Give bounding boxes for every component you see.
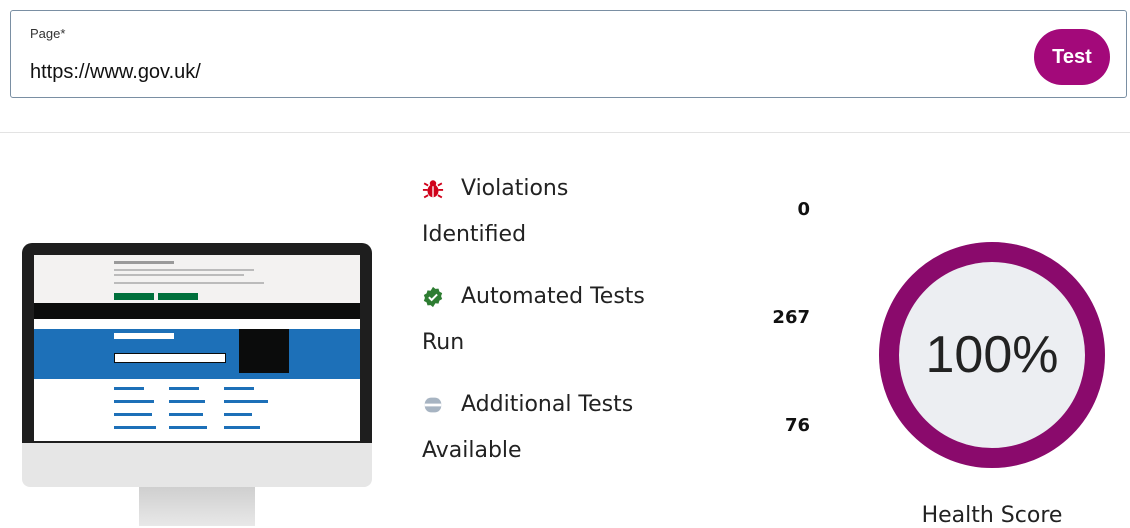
thumb-search bbox=[114, 353, 226, 363]
thumb-link bbox=[224, 400, 268, 403]
stat-subtitle: Run bbox=[422, 330, 465, 355]
thumb-text bbox=[114, 282, 264, 284]
thumb-link bbox=[224, 426, 260, 429]
page-url-input[interactable]: https://www.gov.uk/ bbox=[30, 61, 201, 84]
thumb-link bbox=[224, 387, 254, 390]
thumb-link bbox=[114, 426, 156, 429]
thumb-link bbox=[169, 387, 199, 390]
stat-title: Violations bbox=[461, 176, 569, 201]
health-score-label: Health Score bbox=[921, 503, 1063, 528]
stat-subtitle: Identified bbox=[422, 222, 527, 247]
thumb-header bbox=[34, 303, 360, 319]
monitor-chin bbox=[22, 443, 372, 487]
thumb-side-panel bbox=[239, 329, 289, 373]
thumb-link bbox=[114, 400, 154, 403]
thumb-text bbox=[114, 261, 174, 264]
manual-test-icon bbox=[424, 397, 442, 413]
additional-tests-count: 76 bbox=[784, 415, 810, 436]
thumb-link bbox=[114, 413, 152, 416]
thumb-link bbox=[169, 413, 203, 416]
health-score-value: 100% bbox=[925, 326, 1059, 384]
stat-title: Additional Tests bbox=[461, 392, 634, 417]
stat-violations: Violations Identified 0 bbox=[422, 176, 822, 268]
thumb-text bbox=[114, 269, 254, 271]
stat-title: Automated Tests bbox=[461, 284, 645, 309]
test-button[interactable]: Test bbox=[1034, 29, 1110, 85]
thumb-reject-button bbox=[158, 293, 198, 300]
thumb-accept-button bbox=[114, 293, 154, 300]
thumb-text bbox=[114, 274, 244, 276]
thumb-link bbox=[169, 426, 207, 429]
stat-subtitle: Available bbox=[422, 438, 522, 463]
thumb-hero-title bbox=[114, 333, 174, 339]
page-screenshot-preview bbox=[22, 243, 372, 526]
stat-additional-tests: Additional Tests Available 76 bbox=[422, 392, 822, 484]
stat-automated-tests: Automated Tests Run 267 bbox=[422, 284, 822, 376]
health-score-gauge: 100% bbox=[877, 240, 1107, 470]
bug-icon bbox=[422, 180, 444, 199]
thumb-link bbox=[224, 413, 252, 416]
monitor-stand bbox=[139, 487, 255, 526]
page-url-field[interactable]: Page* https://www.gov.uk/ Test bbox=[10, 10, 1127, 98]
automated-tests-count: 267 bbox=[772, 307, 810, 328]
website-thumbnail bbox=[34, 255, 360, 441]
violations-count: 0 bbox=[797, 199, 810, 220]
verified-check-icon bbox=[423, 286, 443, 308]
thumb-link bbox=[169, 400, 205, 403]
thumb-link bbox=[114, 387, 144, 390]
section-divider bbox=[0, 132, 1130, 133]
page-url-label: Page* bbox=[30, 26, 66, 41]
